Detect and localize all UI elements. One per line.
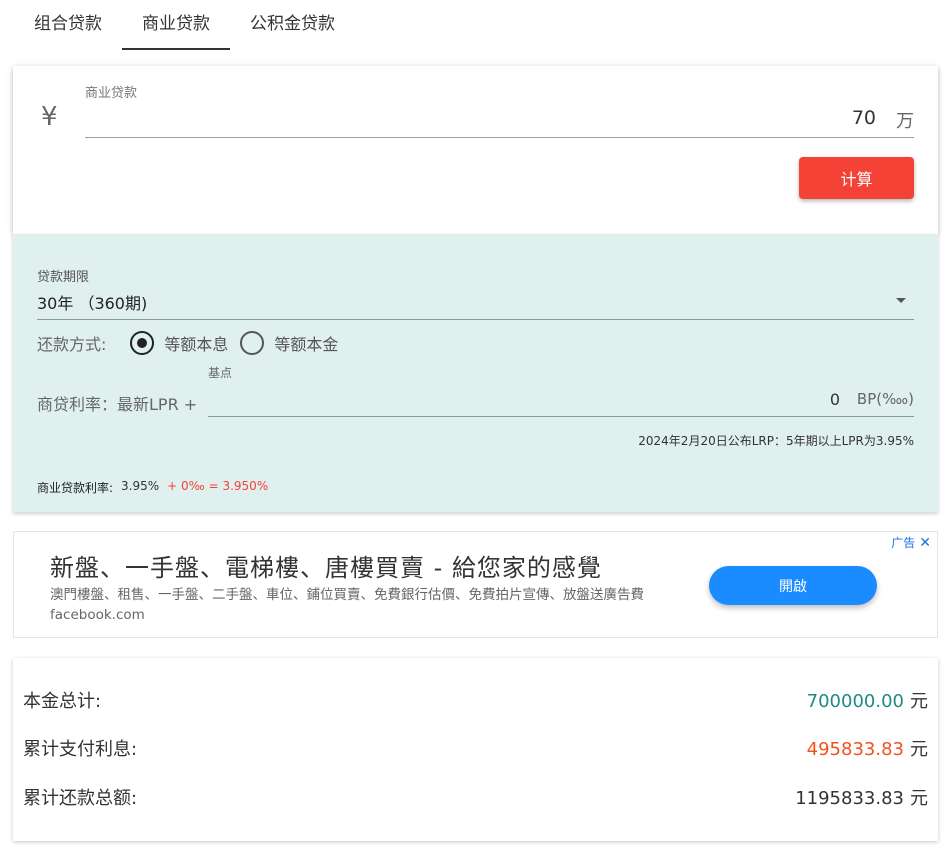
- loan-term-value: 30年 （360期): [37, 294, 148, 313]
- loan-options-card: 贷款期限 30年 （360期) 还款方式: 等额本息 等额本金 基点 商贷利率：…: [13, 234, 938, 512]
- lpr-announcement-note: 2024年2月20日公布LRP：5年期以上LPR为3.95%: [638, 434, 914, 448]
- ad-badge-label: 广告: [891, 536, 916, 550]
- ad-badge[interactable]: 广告 ✕: [891, 534, 931, 551]
- rate-summary-label: 商业贷款利率:: [37, 481, 114, 495]
- principal-total-amount: 700000.00 元: [807, 687, 928, 713]
- radio-unchecked-icon[interactable]: [240, 331, 265, 355]
- results-card: 本金总计: 700000.00 元 累计支付利息: 495833.83 元 累计还款…: [13, 658, 938, 841]
- loan-amount-input[interactable]: 70 万: [85, 104, 914, 138]
- loan-amount-card: ¥ 商业贷款 70 万 计算: [13, 66, 938, 234]
- principal-total-label: 本金总计:: [23, 691, 102, 712]
- rate-summary-base: 3.95%: [121, 479, 160, 493]
- dropdown-arrow-icon: [896, 298, 906, 303]
- interest-total-row: 累计支付利息: 495833.83 元: [23, 734, 928, 762]
- ad-description: 澳門樓盤、租售、一手盤、二手盤、車位、鋪位買賣、免費銀行估價、免費拍片宣傳、放盤…: [50, 587, 644, 623]
- repayment-method-label: 还款方式:: [37, 335, 107, 354]
- close-icon[interactable]: ✕: [919, 535, 931, 551]
- principal-total-value: 700000.00: [806, 691, 904, 712]
- repayment-total-label: 累计还款总额:: [23, 788, 138, 809]
- radio-equal-installment[interactable]: 等额本息: [130, 331, 228, 355]
- radio-checked-icon[interactable]: [130, 331, 155, 355]
- currency-unit: 元: [910, 739, 928, 760]
- radio-label: 等额本金: [274, 335, 339, 354]
- rate-summary: 商业贷款利率: 3.95% + 0‰ = 3.950%: [37, 479, 268, 496]
- tab-commercial-loan[interactable]: 商业贷款: [122, 0, 230, 50]
- interest-total-amount: 495833.83 元: [807, 735, 928, 761]
- currency-unit: 元: [910, 691, 928, 712]
- loan-term-label: 贷款期限: [37, 270, 90, 285]
- repayment-method-group: 还款方式: 等额本息 等额本金: [37, 330, 350, 356]
- interest-total-value: 495833.83: [806, 739, 904, 760]
- basis-point-unit: BP(‱): [856, 390, 914, 408]
- repayment-total-amount: 1195833.83 元: [795, 784, 928, 810]
- calculate-button[interactable]: 计算: [799, 157, 914, 199]
- tab-provident-fund-loan[interactable]: 公积金贷款: [230, 0, 355, 50]
- repayment-total-row: 累计还款总额: 1195833.83 元: [23, 783, 928, 811]
- radio-equal-principal[interactable]: 等额本金: [240, 331, 338, 355]
- interest-total-label: 累计支付利息:: [23, 739, 138, 760]
- radio-label: 等额本息: [164, 335, 229, 354]
- basis-point-caption: 基点: [208, 366, 233, 380]
- currency-unit: 元: [910, 788, 928, 809]
- basis-point-input[interactable]: 0 BP(‱): [208, 384, 914, 417]
- commercial-rate-label: 商贷利率：最新LPR +: [37, 395, 198, 414]
- loan-term-select[interactable]: 30年 （360期): [37, 286, 914, 320]
- basis-point-value: 0: [829, 390, 840, 409]
- ad-open-button[interactable]: 開啟: [709, 566, 877, 605]
- ad-title[interactable]: 新盤、一手盤、電梯樓、唐樓買賣 - 給您家的感覺: [50, 548, 602, 583]
- repayment-total-value: 1195833.83: [795, 788, 904, 809]
- loan-amount-label: 商业贷款: [85, 86, 138, 101]
- advertisement-banner[interactable]: 新盤、一手盤、電梯樓、唐樓買賣 - 給您家的感覺 澳門樓盤、租售、一手盤、二手盤…: [13, 531, 938, 638]
- loan-amount-value: 70: [851, 107, 876, 129]
- principal-total-row: 本金总计: 700000.00 元: [23, 686, 928, 714]
- rate-summary-extra: + 0‰ = 3.950%: [167, 479, 269, 493]
- loan-amount-unit: 万: [896, 111, 914, 132]
- loan-type-tabs: 组合贷款 商业贷款 公积金贷款: [14, 0, 355, 52]
- tab-combined-loan[interactable]: 组合贷款: [14, 0, 122, 50]
- yen-icon: ¥: [41, 102, 58, 132]
